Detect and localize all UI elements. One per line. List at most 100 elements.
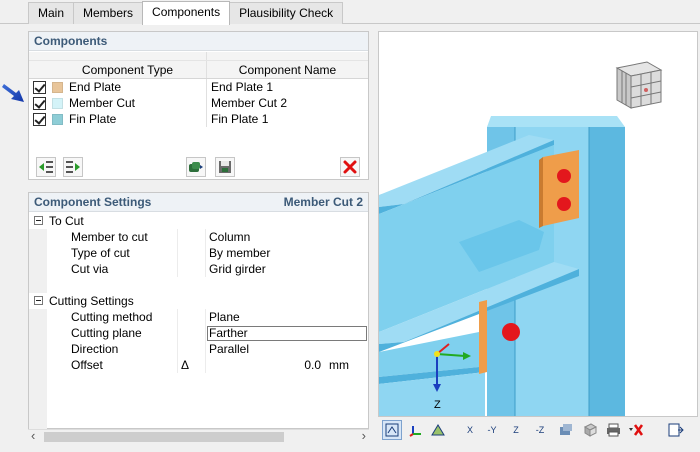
- component-settings-panel: Component Settings Member Cut 2 To Cut M…: [28, 192, 369, 429]
- axes-icon: [409, 426, 421, 437]
- components-table: Component Type Component Name End Plate …: [29, 52, 368, 127]
- clear-icon: [629, 424, 644, 436]
- display-button[interactable]: [556, 420, 576, 440]
- tab-plausibility-check[interactable]: Plausibility Check: [229, 2, 344, 24]
- library-button[interactable]: [186, 157, 206, 177]
- pointer-arrow-icon: [2, 84, 24, 102]
- isometric-button[interactable]: [580, 420, 600, 440]
- remove-component-button[interactable]: [63, 157, 83, 177]
- table-row[interactable]: Fin Plate Fin Plate 1: [29, 111, 368, 127]
- scrollbar-thumb[interactable]: [44, 432, 284, 442]
- table-row[interactable]: End Plate End Plate 1: [29, 79, 368, 95]
- save-component-icon: [219, 161, 231, 173]
- group-label: Cutting Settings: [49, 294, 134, 308]
- component-checkbox[interactable]: [33, 113, 46, 126]
- insert-component-icon: [39, 161, 53, 173]
- settings-title-text: Component Settings: [34, 195, 152, 209]
- view-neg-y-icon: -Y: [487, 425, 497, 435]
- components-table-header: Component Type Component Name: [29, 61, 368, 79]
- print-icon: [607, 423, 620, 437]
- setting-key: Direction: [71, 342, 119, 356]
- setting-key: Type of cut: [71, 246, 130, 260]
- setting-value[interactable]: Column: [209, 230, 250, 244]
- tab-bar: Main Members Components Plausibility Che…: [28, 1, 344, 25]
- clear-button[interactable]: [626, 420, 646, 440]
- component-checkbox[interactable]: [33, 81, 46, 94]
- delete-component-button[interactable]: [340, 157, 360, 177]
- isometric-icon: [583, 423, 597, 437]
- table-row[interactable]: Member Cut Member Cut 2: [29, 95, 368, 111]
- 3d-viewport[interactable]: Z: [378, 31, 698, 417]
- collapse-icon[interactable]: [34, 216, 43, 225]
- render-button[interactable]: [428, 420, 448, 440]
- components-panel: Components Component Type Component Name…: [28, 31, 369, 180]
- group-cutting-settings[interactable]: Cutting Settings: [29, 293, 368, 309]
- view-neg-y-button[interactable]: -Y: [482, 420, 502, 440]
- setting-row[interactable]: Cutting method Plane: [29, 309, 368, 325]
- settings-subject: Member Cut 2: [283, 195, 363, 209]
- setting-row[interactable]: Type of cut By member: [29, 245, 368, 261]
- library-icon: [189, 162, 203, 172]
- exit-button[interactable]: [666, 420, 686, 440]
- setting-key: Cutting plane: [71, 326, 142, 340]
- setting-value[interactable]: 0.0: [269, 358, 321, 372]
- tab-components[interactable]: Components: [142, 1, 231, 25]
- components-title: Components: [29, 32, 368, 51]
- view-toolbar: X -Y Z -Z: [378, 417, 698, 443]
- components-toolbar: [29, 154, 368, 180]
- setting-key: Cut via: [71, 262, 109, 276]
- component-type: Member Cut: [69, 96, 136, 110]
- exit-icon: [668, 423, 684, 437]
- view-x-button[interactable]: X: [460, 420, 480, 440]
- component-type: End Plate: [69, 80, 122, 94]
- view-cube-icon[interactable]: [609, 54, 669, 112]
- color-swatch: [52, 113, 63, 125]
- delete-icon: [343, 160, 357, 174]
- tab-main[interactable]: Main: [28, 2, 75, 24]
- settings-tree: To Cut Member to cut Column Type of cut …: [29, 213, 368, 429]
- print-button[interactable]: [604, 420, 624, 440]
- group-to-cut[interactable]: To Cut: [29, 213, 368, 229]
- setting-value[interactable]: By member: [209, 246, 270, 260]
- component-name[interactable]: Fin Plate 1: [207, 111, 368, 127]
- setting-row[interactable]: Cut via Grid girder: [29, 261, 368, 277]
- cutting-plane-dropdown[interactable]: Farther: [207, 325, 367, 341]
- remove-from-list-icon: [66, 161, 80, 173]
- setting-row[interactable]: Offset Δ 0.0 mm: [29, 357, 368, 373]
- setting-row[interactable]: Member to cut Column: [29, 229, 368, 245]
- setting-value[interactable]: Plane: [209, 310, 240, 324]
- view-x-icon: X: [466, 425, 473, 435]
- scroll-right-icon[interactable]: ›: [362, 428, 366, 443]
- setting-value[interactable]: Parallel: [209, 342, 249, 356]
- view-neg-z-button[interactable]: -Z: [530, 420, 550, 440]
- component-checkbox[interactable]: [33, 97, 46, 110]
- axes-button[interactable]: [406, 420, 426, 440]
- column-header-type[interactable]: Component Type: [49, 61, 207, 78]
- view-z-button[interactable]: Z: [506, 420, 526, 440]
- view-z-icon: Z: [513, 425, 519, 435]
- component-name[interactable]: Member Cut 2: [207, 95, 368, 111]
- display-icon: [560, 424, 572, 435]
- color-swatch: [52, 97, 63, 109]
- setting-key: Cutting method: [71, 310, 153, 324]
- save-component-button[interactable]: [215, 157, 235, 177]
- tab-members[interactable]: Members: [73, 2, 144, 24]
- collapse-icon[interactable]: [34, 296, 43, 305]
- view-neg-z-icon: -Z: [535, 425, 545, 435]
- setting-value[interactable]: Grid girder: [209, 262, 266, 276]
- setting-row[interactable]: Direction Parallel: [29, 341, 368, 357]
- column-header-name[interactable]: Component Name: [207, 61, 368, 78]
- setting-row[interactable]: Cutting plane Farther: [29, 325, 368, 341]
- component-settings-title: Component Settings Member Cut 2: [29, 193, 368, 212]
- scroll-left-icon[interactable]: ‹: [31, 428, 35, 443]
- horizontal-scrollbar[interactable]: ‹ ›: [28, 428, 369, 443]
- view-mode-button[interactable]: [382, 420, 402, 440]
- color-swatch: [52, 81, 63, 93]
- setting-key: Offset: [71, 358, 103, 372]
- render-icon: [431, 424, 445, 436]
- setting-unit: mm: [329, 358, 349, 372]
- component-name[interactable]: End Plate 1: [207, 79, 368, 95]
- group-label: To Cut: [49, 214, 84, 228]
- component-type: Fin Plate: [69, 112, 117, 126]
- insert-component-button[interactable]: [36, 157, 56, 177]
